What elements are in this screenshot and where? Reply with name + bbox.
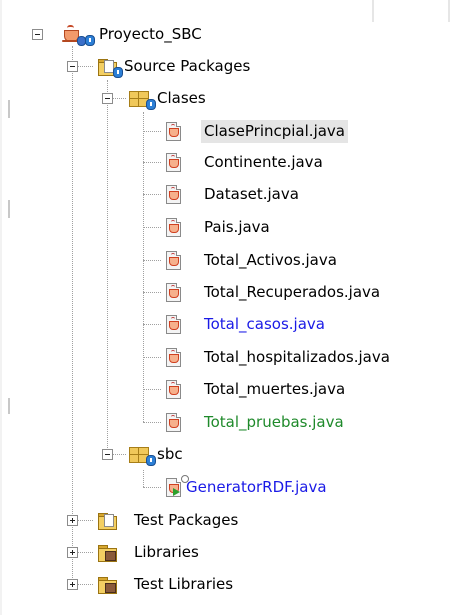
java-main-class-icon [163, 475, 189, 497]
file-label: Total_muertes.java [204, 379, 346, 398]
test-libraries-label: Test Libraries [134, 574, 234, 593]
tree-line [72, 46, 73, 584]
tree-node-file[interactable]: Total_pruebas.java [163, 409, 347, 435]
java-file-icon [163, 184, 183, 204]
file-label: Continente.java [204, 152, 323, 171]
java-file-icon [163, 121, 183, 141]
file-label: Total_casos.java [204, 314, 325, 333]
tree-line [107, 80, 108, 454]
collapse-toggle-source-packages[interactable] [67, 61, 78, 72]
file-label: Dataset.java [204, 184, 299, 203]
tree-line [143, 112, 144, 422]
java-file-icon [163, 314, 183, 334]
tree-line [143, 324, 161, 325]
panel-edge-marker [8, 100, 10, 118]
projects-tree-panel: Proyecto_SBC Source Packages Clases Clas… [0, 0, 457, 615]
collapse-toggle-package-clases[interactable] [102, 93, 113, 104]
test-packages-label: Test Packages [134, 510, 239, 529]
source-packages-label: Source Packages [124, 56, 251, 75]
tree-line [77, 66, 93, 67]
libraries-label: Libraries [134, 542, 199, 561]
tree-line [77, 520, 93, 521]
file-label: Total_pruebas.java [204, 412, 344, 431]
tree-line [143, 194, 161, 195]
tree-node-file[interactable]: Total_casos.java [163, 311, 328, 337]
panel-left-edge [0, 0, 2, 615]
tree-node-file[interactable]: Total_Recuperados.java [163, 279, 383, 305]
tree-line [143, 292, 161, 293]
collapse-toggle-project[interactable] [32, 29, 43, 40]
tree-line [143, 227, 161, 228]
package-icon [128, 444, 156, 466]
panel-top-divider [372, 0, 374, 22]
tree-node-file[interactable]: Dataset.java [163, 181, 302, 207]
tree-node-test-packages[interactable]: Test Packages [97, 507, 241, 533]
tree-node-file[interactable]: Total_muertes.java [163, 376, 348, 402]
tree-line [143, 487, 161, 488]
tree-line [77, 584, 93, 585]
collapse-toggle-package-sbc[interactable] [102, 449, 113, 460]
panel-edge-marker [8, 398, 10, 414]
java-file-icon [163, 347, 183, 367]
file-label: Total_Activos.java [204, 250, 337, 269]
java-file-icon [163, 152, 183, 172]
tree-line [143, 260, 161, 261]
java-file-icon [163, 412, 183, 432]
tree-line [112, 454, 126, 455]
tree-line [143, 422, 161, 423]
file-label: Total_hospitalizados.java [204, 347, 390, 366]
java-file-icon [163, 379, 183, 399]
tree-line [143, 131, 161, 132]
tree-line [143, 470, 144, 487]
tree-node-file[interactable]: GeneratorRDF.java [163, 474, 330, 500]
java-file-icon [163, 250, 183, 270]
tree-node-source-packages[interactable]: Source Packages [97, 53, 253, 79]
file-label: ClasePrincpial.java [201, 119, 348, 143]
tree-node-file[interactable]: Total_hospitalizados.java [163, 344, 393, 370]
tree-line [143, 162, 161, 163]
file-label: Total_Recuperados.java [204, 282, 381, 301]
test-folder-icon [97, 510, 117, 530]
file-label: GeneratorRDF.java [186, 477, 327, 496]
tree-node-file[interactable]: Continente.java [163, 149, 326, 175]
tree-node-package-sbc[interactable]: sbc [128, 441, 186, 467]
panel-edge-marker [8, 200, 10, 218]
package-icon [128, 88, 156, 110]
expand-toggle-test-packages[interactable] [67, 515, 78, 526]
tree-line [77, 552, 93, 553]
expand-toggle-test-libraries[interactable] [67, 579, 78, 590]
java-file-icon [163, 282, 183, 302]
tree-node-file[interactable]: Total_Activos.java [163, 247, 340, 273]
test-libraries-icon [97, 574, 117, 594]
file-label: Pais.java [204, 217, 270, 236]
tree-node-file[interactable]: ClasePrincpial.java [163, 118, 348, 144]
project-label: Proyecto_SBC [99, 24, 202, 43]
package-label: sbc [157, 444, 183, 463]
tree-node-test-libraries[interactable]: Test Libraries [97, 571, 236, 597]
libraries-icon [97, 542, 117, 562]
java-project-icon [62, 24, 95, 46]
package-label: Clases [157, 88, 206, 107]
expand-toggle-libraries[interactable] [67, 547, 78, 558]
java-file-icon [163, 217, 183, 237]
tree-node-package-clases[interactable]: Clases [128, 85, 209, 111]
tree-node-libraries[interactable]: Libraries [97, 539, 202, 565]
tree-node-file[interactable]: Pais.java [163, 214, 273, 240]
tree-line [143, 389, 161, 390]
source-folder-icon [97, 56, 123, 78]
tree-node-project[interactable]: Proyecto_SBC [62, 21, 205, 47]
panel-top-divider [448, 0, 450, 22]
tree-line [112, 98, 126, 99]
tree-line [143, 357, 161, 358]
